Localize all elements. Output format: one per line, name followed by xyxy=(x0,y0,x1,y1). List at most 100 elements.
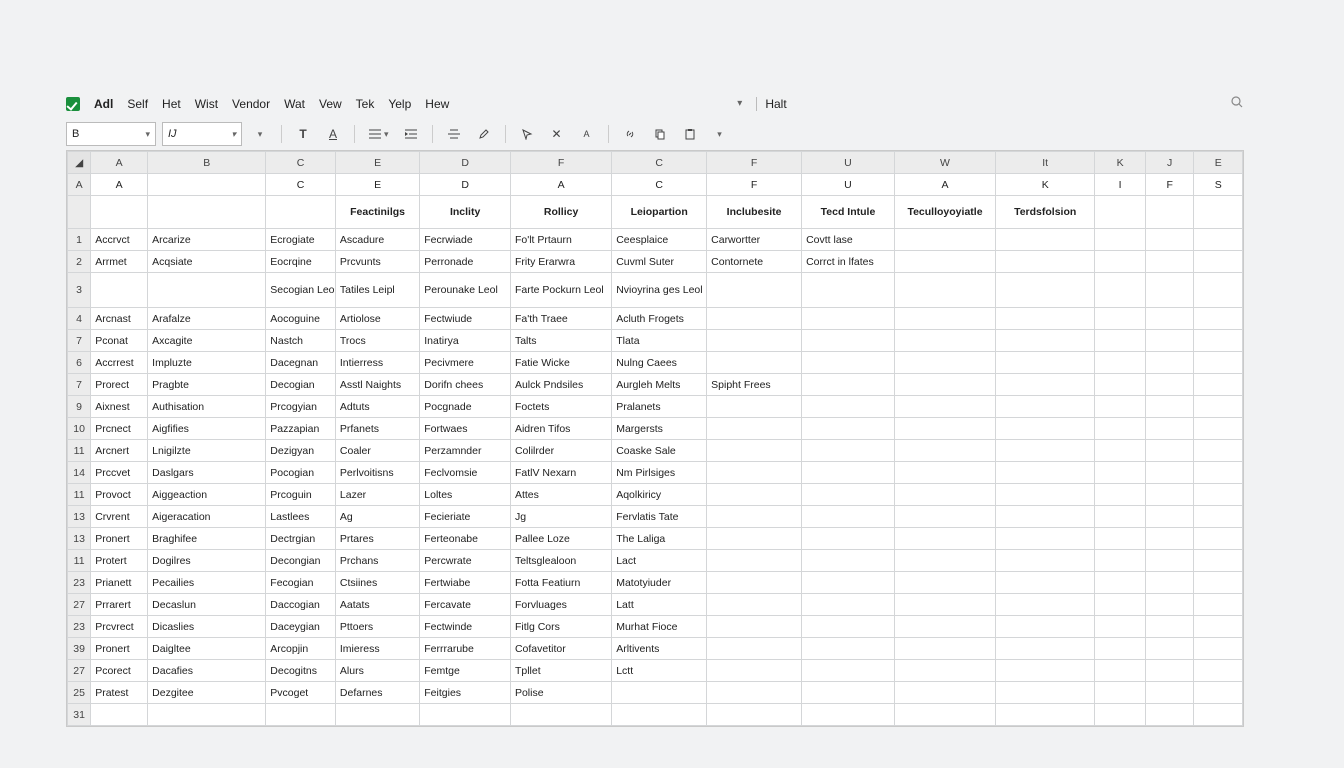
cell[interactable] xyxy=(1194,352,1243,374)
clear-x-button[interactable]: ✕ xyxy=(545,123,569,145)
cell[interactable] xyxy=(1095,704,1146,726)
cell[interactable] xyxy=(996,418,1095,440)
cell[interactable] xyxy=(1145,418,1194,440)
cell[interactable]: Arcnast xyxy=(91,308,148,330)
cell[interactable]: Lastlees xyxy=(266,506,336,528)
cell[interactable] xyxy=(1194,418,1243,440)
menu-item[interactable]: Het xyxy=(162,97,181,111)
cell[interactable]: Aocoguine xyxy=(266,308,336,330)
cell[interactable] xyxy=(802,638,895,660)
cell[interactable]: Corrct in lfates xyxy=(802,251,895,273)
cell[interactable] xyxy=(996,396,1095,418)
cell[interactable] xyxy=(894,572,995,594)
cell[interactable] xyxy=(707,594,802,616)
col-header[interactable]: W xyxy=(894,152,995,174)
cell[interactable]: Dogilres xyxy=(148,550,266,572)
cell[interactable] xyxy=(802,682,895,704)
cell[interactable] xyxy=(996,550,1095,572)
cell[interactable]: Feitgies xyxy=(420,682,511,704)
row-header[interactable]: 11 xyxy=(68,484,91,506)
cell[interactable]: Talts xyxy=(510,330,611,352)
cell[interactable] xyxy=(802,330,895,352)
cell[interactable] xyxy=(707,660,802,682)
cell[interactable]: The Laliga xyxy=(612,528,707,550)
cell[interactable]: Fa'th Traee xyxy=(510,308,611,330)
cell[interactable]: Decaslun xyxy=(148,594,266,616)
cell[interactable] xyxy=(996,330,1095,352)
cell[interactable] xyxy=(1145,528,1194,550)
cell[interactable] xyxy=(1194,251,1243,273)
cell[interactable] xyxy=(1095,462,1146,484)
cell[interactable]: Murhat Fioce xyxy=(612,616,707,638)
cell[interactable]: Daccogian xyxy=(266,594,336,616)
cell[interactable]: Dacegnan xyxy=(266,352,336,374)
cell[interactable]: Jg xyxy=(510,506,611,528)
cell[interactable]: Prccvet xyxy=(91,462,148,484)
cell[interactable]: Pazzapian xyxy=(266,418,336,440)
cell[interactable]: Feclvomsie xyxy=(420,462,511,484)
cell[interactable]: Provoct xyxy=(91,484,148,506)
cell[interactable] xyxy=(1095,660,1146,682)
cell[interactable]: Perounake Leol xyxy=(420,273,511,308)
col-header[interactable]: C xyxy=(612,152,707,174)
cell[interactable] xyxy=(996,374,1095,396)
col-header[interactable]: D xyxy=(420,152,511,174)
cell[interactable] xyxy=(996,682,1095,704)
cell[interactable] xyxy=(1194,462,1243,484)
cell[interactable]: Alurs xyxy=(335,660,419,682)
cell[interactable] xyxy=(1194,506,1243,528)
cell[interactable]: Authisation xyxy=(148,396,266,418)
row-header[interactable]: A xyxy=(68,174,91,196)
cell[interactable] xyxy=(148,273,266,308)
row-header[interactable]: 27 xyxy=(68,660,91,682)
cell[interactable]: Percwrate xyxy=(420,550,511,572)
cell[interactable] xyxy=(91,196,148,229)
row-header[interactable]: 23 xyxy=(68,616,91,638)
cell[interactable]: Arcnert xyxy=(91,440,148,462)
cell[interactable]: Pecailies xyxy=(148,572,266,594)
copy-icon[interactable] xyxy=(648,123,672,145)
cell[interactable] xyxy=(894,308,995,330)
cell[interactable]: Fecieriate xyxy=(420,506,511,528)
cell[interactable]: Prtares xyxy=(335,528,419,550)
cell[interactable]: Fectwiude xyxy=(420,308,511,330)
cell[interactable] xyxy=(707,616,802,638)
cell[interactable] xyxy=(894,418,995,440)
cell[interactable]: A xyxy=(510,174,611,196)
cell[interactable]: Aurgleh Melts xyxy=(612,374,707,396)
cell[interactable]: Eocrqine xyxy=(266,251,336,273)
cell[interactable]: Acluth Frogets xyxy=(612,308,707,330)
cell[interactable] xyxy=(894,352,995,374)
cell[interactable] xyxy=(802,462,895,484)
row-header[interactable]: 14 xyxy=(68,462,91,484)
cell[interactable]: Femtge xyxy=(420,660,511,682)
cell[interactable] xyxy=(894,273,995,308)
cell[interactable] xyxy=(1095,594,1146,616)
cell[interactable] xyxy=(894,396,995,418)
cell[interactable]: Ctsiines xyxy=(335,572,419,594)
cell[interactable]: D xyxy=(420,174,511,196)
cell[interactable]: Cofavetitor xyxy=(510,638,611,660)
cell[interactable]: Pocgnade xyxy=(420,396,511,418)
row-header[interactable]: 25 xyxy=(68,682,91,704)
cell[interactable]: Pallee Loze xyxy=(510,528,611,550)
cell[interactable] xyxy=(1194,484,1243,506)
cell[interactable] xyxy=(802,273,895,308)
cell[interactable]: Prcvrect xyxy=(91,616,148,638)
row-header[interactable]: 4 xyxy=(68,308,91,330)
cell[interactable] xyxy=(996,594,1095,616)
cell[interactable]: Carwortter xyxy=(707,229,802,251)
cell[interactable] xyxy=(1095,352,1146,374)
font-size-button[interactable]: A xyxy=(575,123,599,145)
cell[interactable]: Terdsfolsion xyxy=(996,196,1095,229)
cell[interactable] xyxy=(1145,308,1194,330)
col-header[interactable]: J xyxy=(1145,152,1194,174)
cell[interactable] xyxy=(996,273,1095,308)
cell[interactable]: Crvrent xyxy=(91,506,148,528)
cell[interactable] xyxy=(802,352,895,374)
cell[interactable] xyxy=(802,396,895,418)
cell[interactable] xyxy=(1095,506,1146,528)
cell[interactable] xyxy=(1095,440,1146,462)
cell[interactable]: Artiolose xyxy=(335,308,419,330)
cell[interactable] xyxy=(707,352,802,374)
